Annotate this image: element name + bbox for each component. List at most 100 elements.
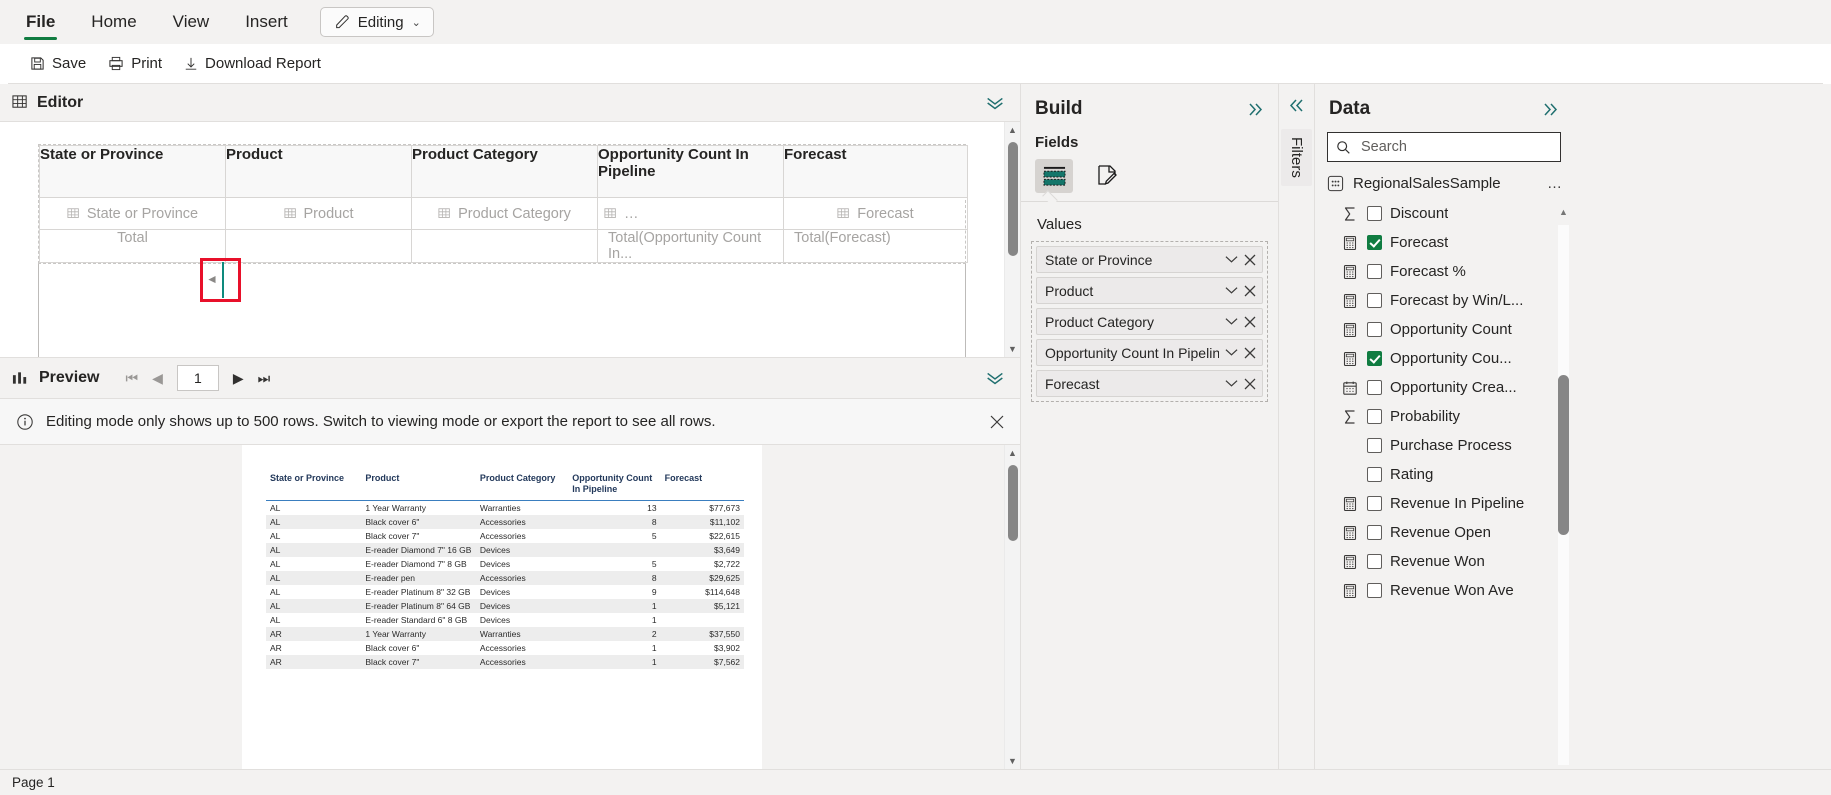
preview-scroll-thumb[interactable] [1007, 465, 1018, 541]
filters-tab-label[interactable]: Filters [1281, 129, 1312, 186]
values-field-pill[interactable]: Opportunity Count In Pipeline [1036, 339, 1263, 366]
data-panel-search-box[interactable] [1327, 132, 1561, 162]
tablix-data-cell[interactable]: Forecast [783, 197, 968, 230]
data-field-row[interactable]: Opportunity Cou... [1315, 344, 1573, 373]
close-icon[interactable] [990, 415, 1004, 429]
remove-field-icon[interactable] [1244, 347, 1256, 359]
download-report-button[interactable]: Download Report [184, 55, 321, 72]
tablix-total-cell[interactable]: Total [39, 229, 226, 263]
tablix-data-cell[interactable]: Product Category [411, 197, 598, 230]
search-input[interactable] [1359, 138, 1552, 156]
data-field-checkbox[interactable] [1367, 409, 1382, 424]
data-field-checkbox[interactable] [1367, 264, 1382, 279]
data-field-checkbox[interactable] [1367, 322, 1382, 337]
data-field-row[interactable]: Revenue Open [1315, 518, 1573, 547]
values-field-pill[interactable]: State or Province [1036, 246, 1263, 273]
ribbon-tab-view[interactable]: View [155, 0, 228, 44]
chevron-down-icon[interactable] [1225, 286, 1238, 295]
tablix-header-cell[interactable]: Product [225, 145, 412, 198]
data-field-checkbox[interactable] [1367, 525, 1382, 540]
remove-field-icon[interactable] [1244, 254, 1256, 266]
editor-scroll-up-arrow[interactable]: ▲ [1008, 122, 1017, 138]
data-panel-expand-icon[interactable] [1541, 102, 1561, 117]
chevron-down-icon[interactable] [1225, 348, 1238, 357]
tablix-total-cell[interactable]: Total(Forecast) [783, 229, 968, 263]
filters-collapse-icon[interactable] [1287, 98, 1307, 113]
data-field-row[interactable]: Revenue Won [1315, 547, 1573, 576]
tablix-header-cell[interactable]: Opportunity Count In Pipeline [597, 145, 784, 198]
preview-first-page-button[interactable]: ⏮ [125, 370, 138, 387]
values-field-pill[interactable]: Product [1036, 277, 1263, 304]
data-field-checkbox[interactable] [1367, 583, 1382, 598]
data-field-row[interactable]: Probability [1315, 402, 1573, 431]
remove-field-icon[interactable] [1244, 285, 1256, 297]
ribbon-tab-insert[interactable]: Insert [227, 0, 306, 44]
data-field-row[interactable]: Forecast % [1315, 257, 1573, 286]
data-field-checkbox[interactable] [1367, 496, 1382, 511]
editor-scroll-thumb[interactable] [1007, 142, 1018, 256]
preview-scroll-down-arrow[interactable]: ▼ [1008, 753, 1017, 769]
editor-scroll-track[interactable] [1005, 138, 1021, 341]
data-field-row[interactable]: Opportunity Count [1315, 315, 1573, 344]
print-button[interactable]: Print [108, 55, 162, 72]
tablix-header-cell[interactable]: Product Category [411, 145, 598, 198]
data-field-row[interactable]: Forecast [1315, 228, 1573, 257]
preview-scroll-track[interactable] [1005, 461, 1021, 753]
remove-field-icon[interactable] [1244, 378, 1256, 390]
editor-scroll-down-arrow[interactable]: ▼ [1008, 341, 1017, 357]
dataset-more-icon[interactable]: … [1547, 175, 1563, 192]
data-field-checkbox[interactable] [1367, 293, 1382, 308]
data-field-checkbox[interactable] [1367, 467, 1382, 482]
data-field-row[interactable]: Forecast by Win/L... [1315, 286, 1573, 315]
data-field-row[interactable]: Revenue Won Ave [1315, 576, 1573, 605]
data-field-row[interactable]: Opportunity Crea... [1315, 373, 1573, 402]
chevron-down-icon[interactable] [1225, 379, 1238, 388]
tablix-data-cell[interactable]: Product [225, 197, 412, 230]
tablix-header-cell[interactable]: Forecast [783, 145, 968, 198]
editor-vertical-scrollbar[interactable]: ▲ ▼ [1004, 122, 1020, 357]
ribbon-tab-file[interactable]: File [8, 0, 73, 44]
tablix-designer[interactable]: State or Province Product Product Catego… [38, 144, 968, 264]
tablix-total-cell[interactable]: Total(Opportunity Count In... [597, 229, 784, 263]
dataset-row[interactable]: RegionalSalesSample … [1315, 170, 1573, 197]
data-field-row[interactable]: Rating [1315, 460, 1573, 489]
tablix-total-cell[interactable] [225, 229, 412, 263]
remove-field-icon[interactable] [1244, 316, 1256, 328]
save-button[interactable]: Save [30, 55, 86, 72]
data-field-row[interactable]: Purchase Process [1315, 431, 1573, 460]
preview-page-input[interactable]: 1 [176, 365, 219, 391]
preview-next-page-button[interactable]: ▶ [233, 370, 244, 387]
preview-scroll-up-arrow[interactable]: ▲ [1008, 445, 1017, 461]
tablix-header-cell[interactable]: State or Province [39, 145, 226, 198]
data-field-checkbox[interactable] [1367, 380, 1382, 395]
data-field-checkbox[interactable] [1367, 206, 1382, 221]
data-field-checkbox[interactable] [1367, 351, 1382, 366]
data-field-row[interactable]: Revenue In Pipeline [1315, 489, 1573, 518]
preview-prev-page-button[interactable]: ◀ [152, 370, 163, 387]
chevron-down-icon[interactable] [1225, 255, 1238, 264]
editor-collapse-icon[interactable] [984, 95, 1006, 111]
data-field-checkbox[interactable] [1367, 554, 1382, 569]
preview-vertical-scrollbar[interactable]: ▲ ▼ [1004, 445, 1020, 769]
data-panel-field-list[interactable]: ▲ ▼ DiscountForecastForecast %Forecast b… [1315, 197, 1573, 769]
build-values-dropzone[interactable]: State or Province Product Product Category… [1031, 241, 1268, 402]
preview-collapse-icon[interactable] [984, 370, 1006, 386]
values-field-pill[interactable]: Product Category [1036, 308, 1263, 335]
preview-last-page-button[interactable]: ⏭ [258, 370, 271, 387]
editor-canvas[interactable]: State or Province Product Product Catego… [0, 122, 1004, 357]
tablix-total-cell[interactable] [411, 229, 598, 263]
data-field-row[interactable]: Discount [1315, 199, 1573, 228]
editing-mode-button[interactable]: Editing ⌄ [319, 7, 434, 37]
values-field-pill[interactable]: Forecast [1036, 370, 1263, 397]
column-resize-indicator[interactable] [222, 262, 224, 298]
build-panel-expand-icon[interactable] [1246, 102, 1266, 117]
ribbon-tab-home[interactable]: Home [73, 0, 154, 44]
chevron-down-icon[interactable] [1225, 317, 1238, 326]
tablix-data-cell[interactable]: State or Province [39, 197, 226, 230]
tablix-data-icon[interactable] [1035, 159, 1073, 193]
data-field-checkbox[interactable] [1367, 438, 1382, 453]
preview-scroll-wrapper[interactable]: State or Province Product Product Catego… [0, 445, 1004, 769]
format-page-icon[interactable] [1089, 159, 1127, 193]
data-field-checkbox[interactable] [1367, 235, 1382, 250]
tablix-data-cell[interactable]: … [597, 197, 784, 230]
